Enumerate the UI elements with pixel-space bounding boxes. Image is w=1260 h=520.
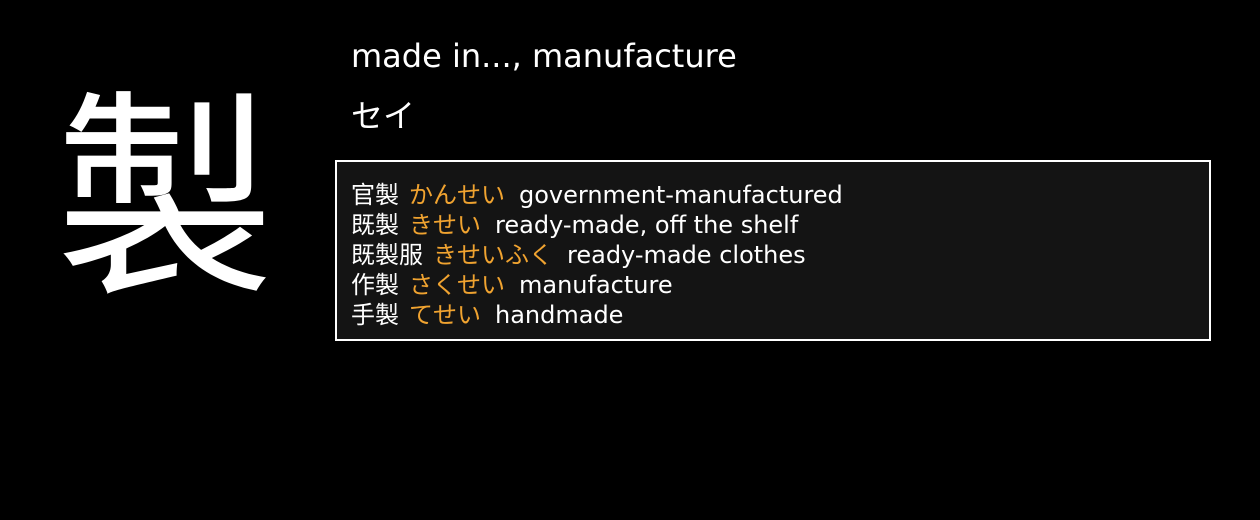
example-kana: かんせい (409, 181, 505, 209)
examples-list: 官製 かんせい government-manufactured 既製 きせい ready… (337, 162, 1209, 330)
example-gloss: government-manufactured (519, 181, 843, 209)
example-row: 既製 きせい ready-made, off the shelf (351, 210, 1209, 240)
example-word: 官製 (351, 181, 399, 209)
example-word: 作製 (351, 271, 399, 299)
example-kana: きせい (409, 211, 481, 239)
example-row: 手製 てせい handmade (351, 300, 1209, 330)
example-word: 既製 (351, 211, 399, 239)
kanji-reading: セイ (351, 97, 416, 135)
example-row: 作製 さくせい manufacture (351, 270, 1209, 300)
examples-box: 官製 かんせい government-manufactured 既製 きせい ready… (335, 160, 1211, 341)
example-word: 手製 (351, 301, 399, 329)
example-gloss: ready-made, off the shelf (495, 211, 799, 239)
kanji-meaning: made in..., manufacture (351, 37, 737, 75)
example-gloss: handmade (495, 301, 624, 329)
example-kana: きせいふく (433, 241, 553, 269)
example-kana: さくせい (409, 271, 505, 299)
example-word: 既製服 (351, 241, 423, 269)
example-gloss: manufacture (519, 271, 673, 299)
example-row: 官製 かんせい government-manufactured (351, 180, 1209, 210)
kanji-character: 製 (54, 72, 275, 328)
example-gloss: ready-made clothes (567, 241, 806, 269)
example-kana: てせい (409, 301, 481, 329)
example-row: 既製服 きせいふく ready-made clothes (351, 240, 1209, 270)
